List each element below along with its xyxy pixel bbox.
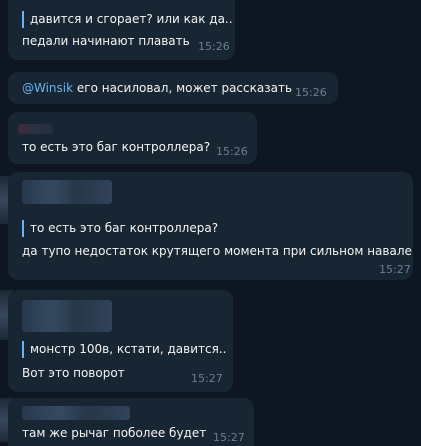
message-text: там же рычаг поболее будет	[22, 426, 207, 440]
reply-quote[interactable]: давится и сгорает? или как да...	[22, 11, 232, 28]
reply-quote-text: давится и сгорает? или как да...	[30, 12, 232, 26]
message-bubble[interactable]: то есть это баг контроллера? да тупо нед…	[8, 172, 413, 280]
chat-history[interactable]: давится и сгорает? или как да... педали …	[0, 0, 421, 446]
message-time: 15:26	[198, 40, 230, 53]
sender-name-blurred[interactable]	[22, 406, 130, 420]
message-bubble[interactable]: @Winsik его насиловал, может рассказать …	[8, 72, 338, 104]
message-bubble[interactable]: то есть это баг контроллера? 15:26	[8, 112, 257, 164]
reply-quote[interactable]: монстр 100в, кстати, давится...	[22, 341, 226, 358]
message-text: да тупо недостаток крутящего момента при…	[22, 244, 412, 258]
message-text: то есть это баг контроллера?	[22, 140, 211, 154]
message-text: педали начинают плавать	[22, 34, 190, 48]
reply-quote[interactable]: то есть это баг контроллера?	[22, 220, 260, 237]
message-time: 15:27	[191, 372, 223, 385]
message-text-body: его насиловал, может рассказать	[73, 81, 293, 95]
message-text: @Winsik его насиловал, может рассказать	[22, 80, 292, 97]
message-text: Вот это поворот	[22, 366, 125, 380]
message-time: 15:27	[379, 263, 411, 276]
sender-name-blurred[interactable]	[22, 300, 112, 332]
message-time: 15:27	[213, 431, 245, 444]
message-time: 15:26	[295, 86, 327, 99]
sender-name-blurred[interactable]	[22, 180, 112, 204]
message-bubble[interactable]: там же рычаг поболее будет 15:27	[8, 398, 254, 446]
sender-name-blurred[interactable]	[18, 124, 53, 134]
reply-quote-text: то есть это баг контроллера?	[30, 221, 219, 235]
message-bubble[interactable]: монстр 100в, кстати, давится... Вот это …	[8, 290, 233, 392]
message-bubble[interactable]: давится и сгорает? или как да... педали …	[8, 0, 235, 60]
message-time: 15:26	[216, 145, 248, 158]
reply-quote-text: монстр 100в, кстати, давится...	[30, 342, 226, 356]
user-mention[interactable]: @Winsik	[22, 81, 73, 95]
